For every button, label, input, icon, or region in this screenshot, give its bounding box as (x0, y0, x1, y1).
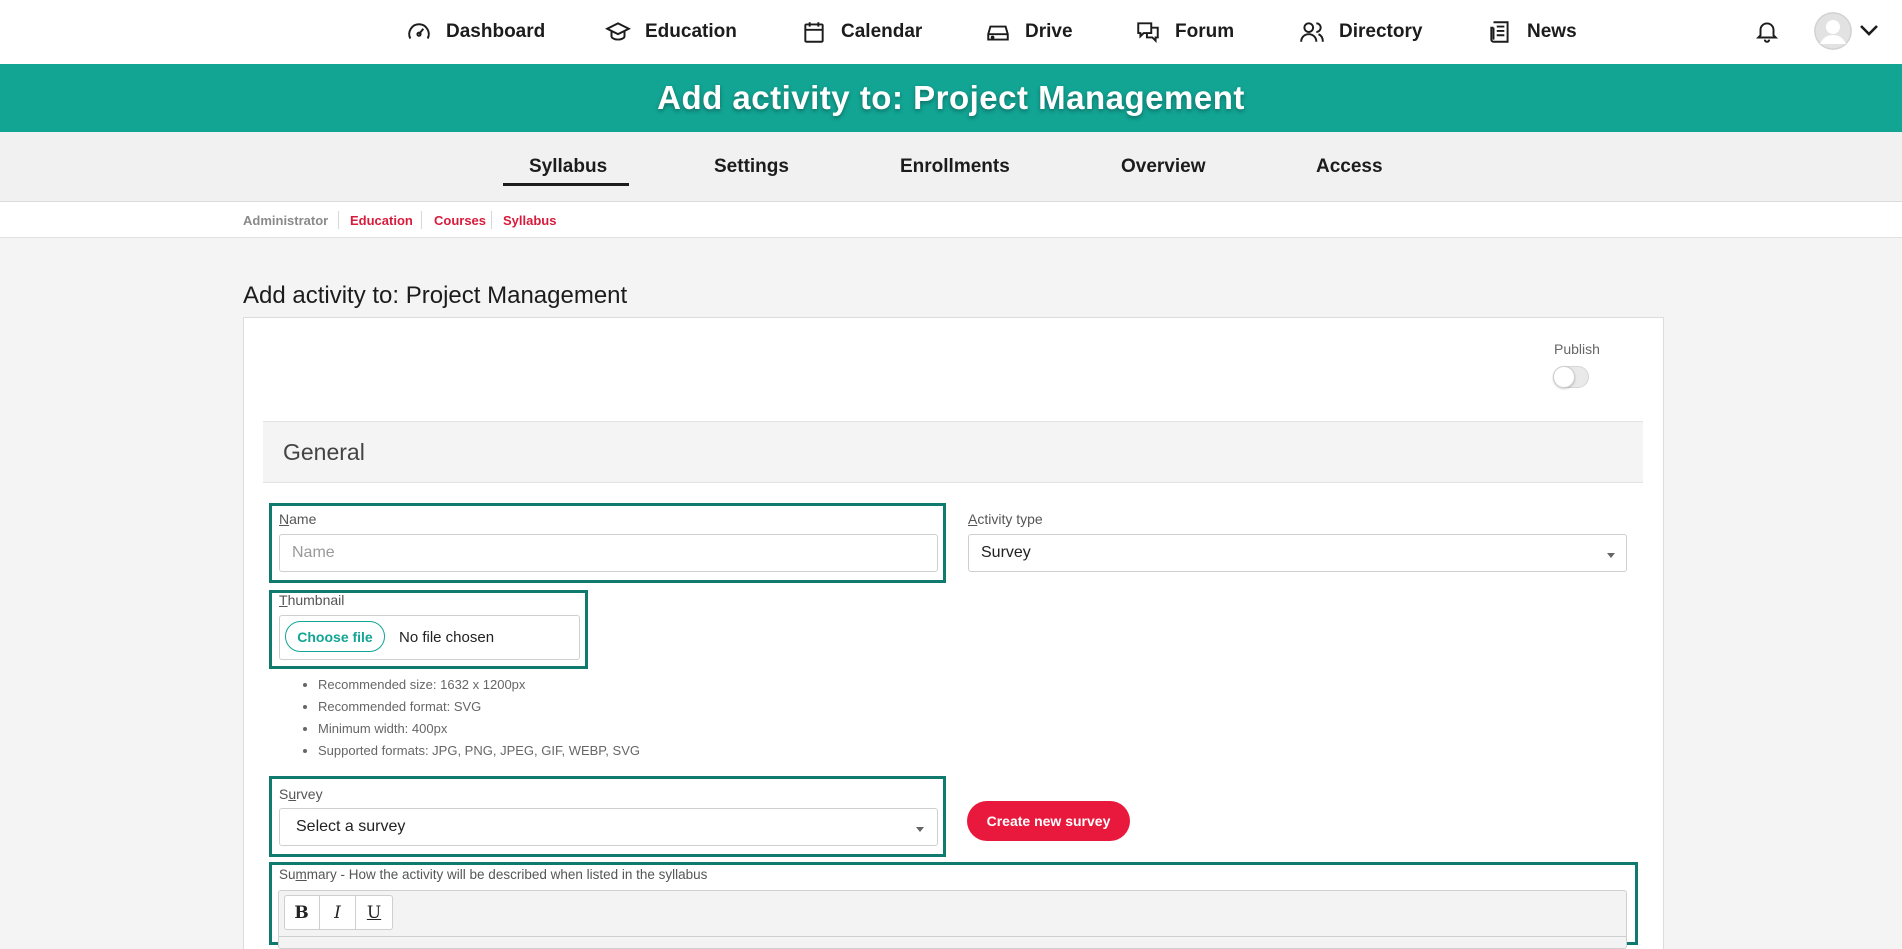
nav-drive[interactable]: Drive (985, 18, 1073, 46)
caret-down-icon (1607, 553, 1615, 558)
editor-divider (278, 936, 1627, 937)
active-tab-indicator (503, 183, 629, 186)
breadcrumb-separator (338, 211, 339, 229)
bell-icon (1755, 22, 1779, 43)
nav-education-label: Education (645, 21, 737, 42)
tab-overview[interactable]: Overview (1121, 156, 1206, 178)
nav-directory[interactable]: Directory (1299, 18, 1422, 46)
underline-button[interactable]: U (356, 896, 392, 929)
survey-select[interactable]: Select a survey (279, 808, 938, 846)
breadcrumb-education[interactable]: Education (350, 213, 413, 228)
activity-type-select[interactable]: Survey (968, 534, 1627, 572)
publish-toggle-knob[interactable] (1553, 366, 1575, 388)
bold-button[interactable]: B (284, 896, 320, 929)
newspaper-icon (1490, 21, 1509, 43)
nav-forum[interactable]: Forum (1135, 18, 1234, 46)
thumbnail-label: Thumbnail (279, 592, 345, 608)
publish-label: Publish (1554, 341, 1600, 357)
activity-type-label: Activity type (968, 511, 1043, 527)
nav-dashboard[interactable]: Dashboard (406, 18, 545, 46)
thumbnail-hints: Recommended size: 1632 x 1200px Recommen… (318, 677, 640, 765)
user-avatar[interactable] (1814, 12, 1852, 50)
name-label: Name (279, 511, 317, 527)
nav-forum-label: Forum (1175, 21, 1235, 42)
breadcrumb: Administrator Education Courses Syllabus (0, 202, 1902, 238)
file-status: No file chosen (399, 629, 495, 646)
hint-item: Minimum width: 400px (318, 721, 640, 743)
users-icon (1300, 22, 1324, 42)
summary-editor[interactable] (278, 890, 1627, 949)
notifications-button[interactable] (1754, 18, 1780, 44)
tab-enrollments[interactable]: Enrollments (900, 156, 1010, 178)
gauge-icon (408, 23, 430, 39)
nav-drive-label: Drive (1025, 21, 1073, 42)
user-avatar-icon (1814, 12, 1852, 50)
nav-news-label: News (1527, 21, 1577, 42)
nav-calendar[interactable]: Calendar (801, 18, 922, 46)
caret-down-icon (916, 827, 924, 832)
breadcrumb-separator (491, 211, 492, 229)
nav-news[interactable]: News (1487, 18, 1577, 46)
hint-item: Recommended size: 1632 x 1200px (318, 677, 640, 699)
nav-directory-label: Directory (1339, 21, 1423, 42)
hint-item: Recommended format: SVG (318, 699, 640, 721)
page-banner: Add activity to: Project Management (0, 64, 1902, 132)
banner-title: Add activity to: Project Management (657, 79, 1245, 116)
name-input[interactable]: Name (279, 534, 938, 572)
choose-file-button[interactable]: Choose file (285, 621, 385, 652)
breadcrumb-administrator[interactable]: Administrator (243, 213, 328, 228)
name-placeholder: Name (292, 544, 335, 561)
course-tabs: Syllabus Settings Enrollments Overview A… (0, 132, 1902, 202)
calendar-icon (804, 22, 824, 43)
top-navigation: Dashboard Education Calendar Drive Forum… (0, 0, 1902, 64)
survey-value: Select a survey (296, 818, 406, 835)
breadcrumb-syllabus[interactable]: Syllabus (503, 213, 556, 228)
section-header-general: General (263, 421, 1643, 483)
italic-button[interactable]: I (320, 896, 356, 929)
drive-icon (987, 25, 1009, 41)
tab-syllabus[interactable]: Syllabus (529, 156, 607, 178)
nav-calendar-label: Calendar (841, 21, 923, 42)
section-title: General (283, 439, 365, 465)
activity-type-value: Survey (981, 544, 1031, 561)
tab-settings[interactable]: Settings (714, 156, 789, 178)
hint-item: Supported formats: JPG, PNG, JPEG, GIF, … (318, 743, 640, 765)
chevron-down-icon (1860, 25, 1878, 36)
survey-label: Survey (279, 786, 323, 802)
graduation-cap-icon (605, 22, 631, 41)
summary-label: Summary - How the activity will be descr… (279, 867, 708, 882)
user-menu-toggle[interactable] (1858, 22, 1880, 38)
nav-education[interactable]: Education (605, 18, 737, 46)
page-title: Add activity to: Project Management (243, 282, 628, 309)
create-new-survey-button[interactable]: Create new survey (967, 801, 1130, 841)
tab-access[interactable]: Access (1316, 156, 1383, 178)
breadcrumb-separator (421, 211, 422, 229)
chat-bubbles-icon (1137, 22, 1159, 44)
nav-dashboard-label: Dashboard (446, 21, 546, 42)
breadcrumb-courses[interactable]: Courses (434, 213, 486, 228)
